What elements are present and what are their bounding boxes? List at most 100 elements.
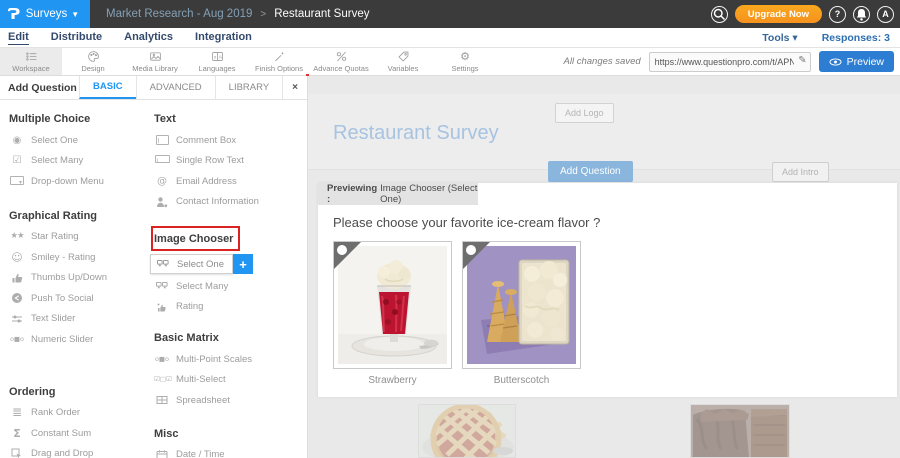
radio-list-icon: ◉ — [9, 135, 25, 146]
share-url-input[interactable] — [649, 52, 811, 72]
chocolate-cake-image — [690, 404, 790, 458]
plus-icon: + — [239, 257, 247, 272]
avatar-initial: A — [882, 9, 889, 19]
preview-button[interactable]: Preview — [819, 51, 894, 72]
qtype-image-select-many[interactable]: Select Many — [145, 276, 308, 297]
toolbar-item-languages[interactable]: xA Languages — [186, 48, 248, 75]
qtype-numeric-slider[interactable]: o■o Numeric Slider — [0, 329, 145, 350]
qtype-smiley-rating[interactable]: ☺ Smiley - Rating — [0, 247, 145, 268]
option-label: Strawberry — [333, 375, 452, 386]
qtype-push-to-social[interactable]: Push To Social — [0, 288, 145, 309]
upgrade-now-button[interactable]: Upgrade Now — [735, 5, 822, 23]
qtype-rank-order[interactable]: ≣ Rank Order — [0, 403, 145, 424]
qtype-date-time[interactable]: Date / Time — [145, 445, 308, 458]
save-status: All changes saved — [564, 56, 641, 67]
image-option-strawberry[interactable] — [333, 241, 452, 369]
toolbar-item-finish-options[interactable]: Finish Options — [248, 48, 310, 75]
qtype-contact-information[interactable]: Contact Information — [145, 192, 308, 213]
multi-select-icon: ☑□☑ — [154, 374, 170, 385]
qtype-single-row-text[interactable]: I Single Row Text — [145, 151, 308, 172]
category-image-chooser-wrap: Image Chooser — [145, 226, 308, 251]
thumb-icon — [9, 272, 25, 284]
calendar-icon — [154, 449, 170, 458]
checkbox-list-icon: ☑ — [9, 155, 25, 166]
nav-tab-edit[interactable]: Edit — [8, 31, 29, 45]
qtype-text-slider[interactable]: Text Slider — [0, 309, 145, 330]
close-panel-button[interactable]: × — [282, 76, 307, 99]
category-basic-matrix: Basic Matrix — [154, 332, 308, 344]
option-radio-corner[interactable] — [334, 242, 361, 269]
option-radio-corner[interactable] — [463, 242, 490, 269]
question-preview-card: Previewing : Image Chooser (Select One) … — [318, 183, 897, 397]
add-intro-button[interactable]: Add Intro — [772, 162, 829, 182]
nav-tab-integration[interactable]: Integration — [195, 31, 252, 44]
qtype-star-rating[interactable]: ★★ Star Rating — [0, 227, 145, 248]
add-question-button[interactable]: Add Question — [548, 161, 633, 182]
category-graphical-rating: Graphical Rating — [9, 210, 145, 222]
survey-nav: Edit Distribute Analytics Integration To… — [0, 28, 900, 48]
qtype-comment-box[interactable]: I Comment Box — [145, 130, 308, 151]
tab-library[interactable]: LIBRARY — [215, 76, 282, 99]
edit-toolbar: Workspace Design Media Library xA Langua… — [0, 48, 900, 76]
toolbar-item-settings[interactable]: ⚙ Settings — [434, 48, 496, 75]
toolbar-item-variables[interactable]: Variables — [372, 48, 434, 75]
qtype-multi-point-scales[interactable]: o■o Multi-Point Scales — [145, 349, 308, 370]
drag-cursor-icon — [9, 448, 25, 458]
tools-menu[interactable]: Tools ▾ — [762, 32, 797, 44]
image-option-butterscotch[interactable] — [462, 241, 581, 369]
image-choice-icon — [155, 258, 171, 270]
breadcrumb-folder[interactable]: Market Research - Aug 2019 — [106, 8, 252, 20]
qtype-constant-sum[interactable]: Σ Constant Sum — [0, 423, 145, 444]
qtype-image-rating[interactable]: Rating — [145, 297, 308, 318]
breadcrumb: Market Research - Aug 2019 > Restaurant … — [106, 8, 369, 20]
category-misc: Misc — [154, 428, 308, 440]
responses-link[interactable]: Responses: 3 — [822, 32, 890, 44]
stars-icon: ★★ — [9, 231, 25, 242]
category-multiple-choice: Multiple Choice — [9, 113, 145, 125]
breadcrumb-separator: > — [260, 9, 266, 20]
surveys-product-menu[interactable]: Ɂ Surveys ▼ — [0, 0, 90, 28]
qtype-email-address[interactable]: @ Email Address — [145, 171, 308, 192]
qtype-drag-and-drop[interactable]: Drag and Drop — [0, 444, 145, 458]
chevron-down-icon: ▼ — [71, 10, 79, 19]
contact-person-icon — [154, 196, 170, 208]
add-logo-button[interactable]: Add Logo — [555, 103, 614, 123]
tab-basic[interactable]: BASIC — [79, 76, 136, 99]
qtype-dropdown-menu[interactable]: ▾ Drop-down Menu — [0, 171, 145, 192]
survey-title[interactable]: Restaurant Survey — [333, 122, 499, 145]
question-text: Please choose your favorite ice-cream fl… — [333, 215, 600, 230]
toolbar-item-advance-quotas[interactable]: Advance Quotas — [310, 48, 372, 75]
qtype-select-one[interactable]: ◉ Select One — [0, 130, 145, 151]
account-avatar[interactable]: A — [877, 6, 894, 23]
qtype-spreadsheet[interactable]: Spreadsheet — [145, 390, 308, 411]
close-icon: × — [292, 82, 298, 93]
qtype-image-select-one[interactable]: Select One — [150, 254, 233, 274]
toolbar-item-design[interactable]: Design — [62, 48, 124, 75]
search-button[interactable] — [711, 6, 728, 23]
help-button[interactable]: ? — [829, 6, 846, 23]
qtype-thumbs-up-down[interactable]: Thumbs Up/Down — [0, 268, 145, 289]
gear-icon: ⚙ — [460, 51, 470, 63]
qtype-select-many[interactable]: ☑ Select Many — [0, 151, 145, 172]
toolbar-item-media-library[interactable]: Media Library — [124, 48, 186, 75]
help-icon: ? — [835, 9, 841, 19]
toolbar-item-workspace[interactable]: Workspace — [0, 48, 62, 75]
add-image-select-one-button[interactable]: + — [233, 254, 253, 274]
notifications-button[interactable] — [853, 6, 870, 23]
qtype-multi-select[interactable]: ☑□☑ Multi-Select — [145, 370, 308, 391]
category-image-chooser: Image Chooser — [154, 233, 233, 245]
nav-tab-analytics[interactable]: Analytics — [124, 31, 173, 44]
questionpro-logo-icon: Ɂ — [7, 5, 20, 23]
breadcrumb-survey[interactable]: Restaurant Survey — [274, 8, 369, 20]
product-menu-label: Surveys — [26, 8, 68, 20]
preview-header-label: Previewing : — [327, 183, 377, 205]
search-icon — [712, 7, 727, 22]
tab-advanced[interactable]: ADVANCED — [136, 76, 215, 99]
slider-icon — [9, 313, 25, 325]
questionpro-app: Ɂ Surveys ▼ Market Research - Aug 2019 >… — [0, 0, 900, 458]
rating-thumb-icon — [154, 301, 170, 313]
nav-tab-distribute[interactable]: Distribute — [51, 31, 102, 44]
lattice-pie-image — [418, 404, 516, 458]
edit-url-icon[interactable]: ✎ — [798, 55, 806, 66]
magic-wand-icon — [273, 50, 286, 63]
